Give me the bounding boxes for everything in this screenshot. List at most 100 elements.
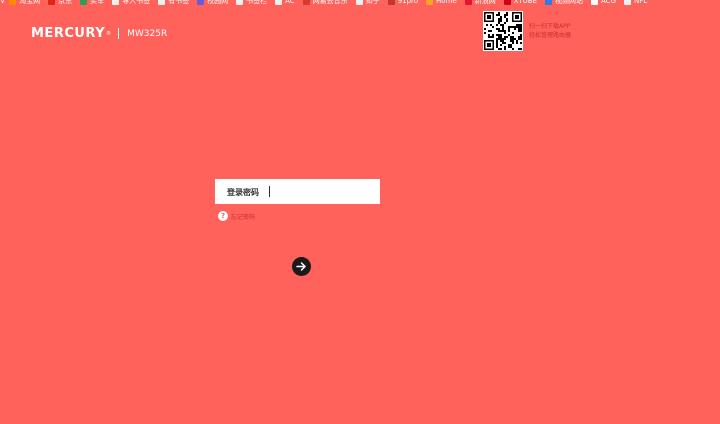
bookmark-item[interactable]: 视频网站 xyxy=(545,0,583,5)
bookmark-item[interactable]: 知乎 xyxy=(355,0,380,5)
bookmark-item[interactable]: 导入书签 xyxy=(112,0,150,5)
bookmark-item[interactable]: 京东 xyxy=(48,0,72,5)
folder-icon xyxy=(275,0,283,5)
qr-module xyxy=(496,28,498,30)
login-button[interactable] xyxy=(292,257,311,276)
video-icon xyxy=(545,0,553,5)
qr-module xyxy=(498,20,500,22)
qr-module xyxy=(518,30,520,32)
qr-module xyxy=(492,36,494,38)
password-label: 登录密码 xyxy=(227,188,259,197)
qr-module xyxy=(510,44,512,46)
qr-module xyxy=(520,38,522,40)
bookmark-item[interactable]: ACG xyxy=(591,0,616,5)
qr-module xyxy=(496,24,498,26)
qr-module xyxy=(504,32,506,34)
qr-module xyxy=(500,40,502,42)
qr-module xyxy=(516,40,518,42)
qr-module xyxy=(512,48,514,50)
password-input[interactable] xyxy=(267,184,371,199)
qr-module xyxy=(492,26,494,28)
qr-module xyxy=(502,30,504,32)
qr-module xyxy=(520,26,522,28)
qr-module xyxy=(520,28,522,30)
qr-module xyxy=(512,42,514,44)
bookmark-item[interactable]: 淘宝网 xyxy=(9,0,40,5)
bookmarks-chevron-icon[interactable]: ∨ xyxy=(0,0,5,5)
qr-module xyxy=(504,14,506,16)
netease-icon xyxy=(302,0,310,5)
bookmark-item[interactable]: 买车 xyxy=(80,0,104,5)
bookmark-item[interactable]: Home xyxy=(426,0,457,5)
qr-module xyxy=(502,26,504,28)
bookmark-item[interactable]: AC xyxy=(275,0,295,5)
qr-module xyxy=(520,36,522,38)
qr-module xyxy=(504,36,506,38)
bookmark-label: ACG xyxy=(601,0,616,5)
app-download-text: 扫一扫下载APP 轻松管理路由器 xyxy=(529,22,571,40)
qr-module xyxy=(500,24,502,26)
qr-module xyxy=(500,38,502,40)
qr-module xyxy=(496,40,498,42)
bookmark-item[interactable]: 新浪网 xyxy=(464,0,496,5)
brand-trademark: ® xyxy=(106,30,112,37)
qr-module xyxy=(490,24,492,26)
arrow-right-icon xyxy=(296,262,306,271)
jd-icon xyxy=(48,0,56,5)
bookmark-item[interactable]: NFL xyxy=(624,0,647,5)
qr-module xyxy=(498,18,500,20)
qr-module xyxy=(498,48,500,50)
text-caret xyxy=(269,186,270,197)
taobao-icon xyxy=(9,0,17,5)
qr-module xyxy=(486,24,488,26)
folder-icon xyxy=(158,0,166,5)
qr-module xyxy=(492,34,494,36)
bookmark-item[interactable]: 91pro xyxy=(387,0,419,5)
folder-icon xyxy=(624,0,631,5)
bookmark-label: 视频网站 xyxy=(555,0,584,5)
bookmark-label: 网易云音乐 xyxy=(312,0,348,5)
bookmark-label: 京东 xyxy=(58,0,73,5)
qr-module xyxy=(508,34,510,36)
bookmarks-bar: ∨ 淘宝网 京东 买车 导入书签 有书签 校园网 书签栏 AC 网易云音乐 知乎 91pro Home… xyxy=(0,0,720,5)
qr-module xyxy=(512,36,514,38)
qr-module xyxy=(518,38,520,40)
bookmark-label: 买车 xyxy=(90,0,105,5)
forgot-password-text[interactable]: 忘记密码 xyxy=(231,212,255,221)
qr-code-icon xyxy=(483,11,523,51)
qr-module xyxy=(487,15,491,19)
qr-module xyxy=(496,42,498,44)
qr-module xyxy=(518,48,520,50)
bookmark-label: 91pro xyxy=(397,0,419,5)
qr-module xyxy=(498,14,500,16)
bookmark-item[interactable]: 书签栏 xyxy=(236,0,267,5)
bookmark-item[interactable]: XTUBE xyxy=(503,0,537,5)
qr-module xyxy=(502,38,504,40)
qr-module xyxy=(488,30,490,32)
forgot-password-link[interactable]: ? 忘记密码 xyxy=(218,211,255,221)
qr-module xyxy=(498,36,500,38)
qr-module xyxy=(504,22,506,24)
qr-module xyxy=(512,40,514,42)
qr-module xyxy=(500,16,502,18)
qr-module xyxy=(496,38,498,40)
qr-module xyxy=(502,28,504,30)
qr-module xyxy=(508,28,510,30)
qr-module xyxy=(498,34,500,36)
brand-name: MERCURY xyxy=(31,26,106,41)
bookmark-item[interactable]: 有书签 xyxy=(158,0,189,5)
qr-module xyxy=(500,48,502,50)
qr-module xyxy=(496,46,498,48)
bookmark-label: 书签栏 xyxy=(246,0,268,5)
qr-module xyxy=(500,18,502,20)
password-field[interactable]: 登录密码 xyxy=(215,179,380,204)
qr-module xyxy=(504,46,506,48)
qr-module xyxy=(508,46,510,48)
qr-module xyxy=(512,38,514,40)
bookmark-item[interactable]: 网易云音乐 xyxy=(302,0,348,5)
dots-icon xyxy=(591,0,599,5)
folder-icon xyxy=(236,0,244,5)
qr-module xyxy=(514,28,516,30)
bookmark-item[interactable]: 校园网 xyxy=(197,0,228,5)
qr-module xyxy=(504,30,506,32)
